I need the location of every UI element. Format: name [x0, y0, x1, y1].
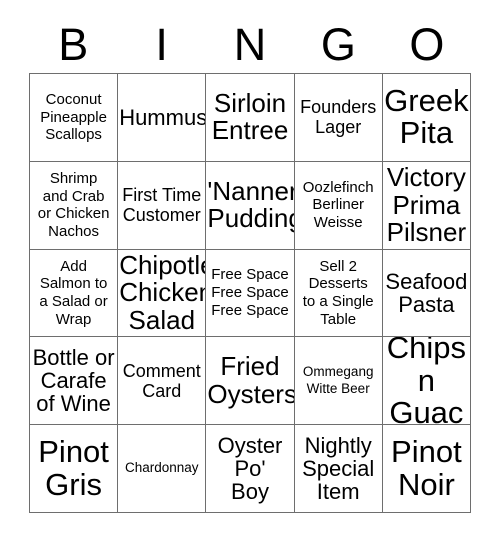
bingo-cell-i4[interactable]: Comment Card	[118, 337, 207, 426]
bingo-cell-n5[interactable]: Oyster Po' Boy	[206, 425, 295, 513]
bingo-cell-b3[interactable]: Add Salmon to a Salad or Wrap	[30, 249, 119, 338]
bingo-cell-i3[interactable]: Chipotle Chicken Salad	[118, 249, 207, 338]
bingo-cell-n2[interactable]: 'Nanner Pudding	[206, 161, 295, 250]
bingo-cell-label: Chipotle Chicken Salad	[119, 250, 207, 335]
bingo-cell-label: Ommegang Witte Beer	[302, 364, 374, 396]
bingo-cell-b2[interactable]: Shrimp and Crab or Chicken Nachos	[30, 161, 119, 250]
bingo-header-letter-o: O	[409, 19, 445, 70]
bingo-cell-n1[interactable]: Sirloin Entree	[206, 74, 295, 162]
bingo-cell-g1[interactable]: Founders Lager	[294, 74, 383, 162]
bingo-cell-o1[interactable]: Greek Pita	[382, 74, 471, 162]
bingo-cell-label: Oozlefinch Berliner Weisse	[302, 178, 374, 232]
bingo-cell-o5[interactable]: Pinot Noir	[382, 425, 471, 513]
bingo-cell-label: First Time Customer	[122, 185, 202, 226]
bingo-cell-o3[interactable]: Seafood Pasta	[382, 249, 471, 338]
bingo-cell-label: 'Nanner Pudding	[207, 175, 295, 234]
bingo-cell-free-space[interactable]: Free Space Free Space Free Space	[206, 249, 295, 338]
bingo-cell-label: Shrimp and Crab or Chicken Nachos	[37, 169, 110, 240]
bingo-cell-label: Pinot Noir	[391, 434, 462, 502]
bingo-cell-n4[interactable]: Fried Oysters	[206, 337, 295, 426]
bingo-grid: Coconut Pineapple Scallops Hummus Sirloi…	[29, 73, 471, 513]
bingo-cell-label: Greek Pita	[384, 83, 469, 151]
bingo-cell-label: Bottle or Carafe of Wine	[32, 344, 115, 417]
bingo-cell-o2[interactable]: Victory Prima Pilsner	[382, 161, 471, 250]
bingo-header-letter-g: G	[320, 19, 356, 70]
bingo-header-letter-n: N	[233, 19, 267, 70]
bingo-cell-i2[interactable]: First Time Customer	[118, 161, 207, 250]
bingo-cell-label: Sell 2 Desserts to a Single Table	[302, 257, 374, 328]
bingo-cell-label: Pinot Gris	[38, 434, 109, 502]
bingo-cell-label: Victory Prima Pilsner	[386, 162, 467, 247]
bingo-header-row: B I N G O	[29, 16, 471, 73]
bingo-header-letter-i: I	[155, 19, 168, 70]
bingo-card: B I N G O Coconut Pineapple Scallops Hum…	[0, 0, 500, 544]
bingo-cell-label: Free Space Free Space Free Space	[211, 266, 289, 319]
bingo-cell-label: Hummus	[119, 104, 207, 130]
bingo-cell-g2[interactable]: Oozlefinch Berliner Weisse	[294, 161, 383, 250]
bingo-cell-label: Nightly Special Item	[302, 432, 375, 505]
bingo-cell-b4[interactable]: Bottle or Carafe of Wine	[30, 337, 119, 426]
bingo-cell-g5[interactable]: Nightly Special Item	[294, 425, 383, 513]
bingo-cell-g3[interactable]: Sell 2 Desserts to a Single Table	[294, 249, 383, 338]
bingo-cell-label: Fried Oysters	[207, 351, 295, 409]
bingo-cell-label: Oyster Po' Boy	[217, 432, 283, 505]
bingo-cell-label: Sirloin Entree	[211, 88, 289, 146]
bingo-cell-label: Seafood Pasta	[385, 268, 468, 317]
bingo-cell-label: Comment Card	[122, 360, 201, 401]
bingo-cell-label: Coconut Pineapple Scallops	[40, 90, 107, 144]
bingo-cell-i5[interactable]: Chardonnay	[118, 425, 207, 513]
bingo-cell-label: Add Salmon to a Salad or Wrap	[39, 257, 108, 328]
bingo-cell-label: Founders Lager	[300, 97, 377, 138]
bingo-cell-label: Chips n Guac	[386, 337, 467, 426]
bingo-cell-i1[interactable]: Hummus	[118, 74, 207, 162]
bingo-cell-b5[interactable]: Pinot Gris	[30, 425, 119, 513]
bingo-cell-b1[interactable]: Coconut Pineapple Scallops	[30, 74, 119, 162]
bingo-header-letter-b: B	[58, 19, 89, 70]
bingo-cell-o4[interactable]: Chips n Guac	[382, 337, 471, 426]
bingo-cell-label: Chardonnay	[125, 460, 199, 476]
bingo-cell-g4[interactable]: Ommegang Witte Beer	[294, 337, 383, 426]
